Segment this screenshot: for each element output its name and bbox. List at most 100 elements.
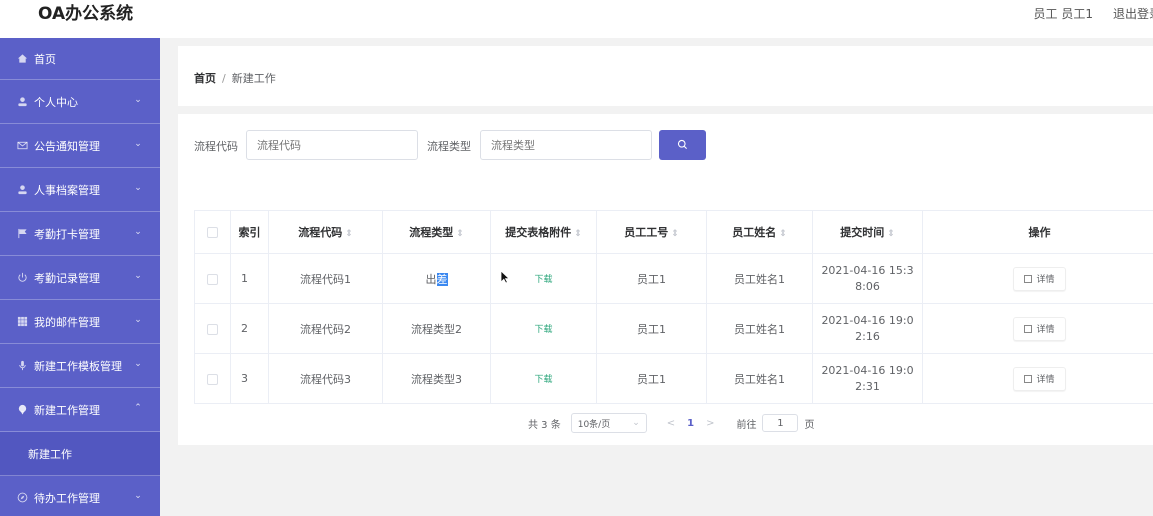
sort-icon[interactable]: ⇕ xyxy=(671,229,679,239)
chevron-down-icon: ⌄ xyxy=(134,271,142,281)
cell-emp-no: 员工1 xyxy=(596,253,707,304)
chevron-down-icon: ⌄ xyxy=(134,95,142,105)
cell-emp-no: 员工1 xyxy=(596,353,707,404)
sidebar-item-clock-in[interactable]: 考勤打卡管理 ⌄ xyxy=(0,212,160,256)
sidebar-item-label: 公告通知管理 xyxy=(34,139,100,153)
sort-icon[interactable]: ⇕ xyxy=(574,229,582,239)
sidebar-item-mail[interactable]: 我的邮件管理 ⌄ xyxy=(0,300,160,344)
download-link[interactable]: 下载 xyxy=(534,325,552,335)
sidebar-item-home[interactable]: 首页 xyxy=(0,38,160,80)
select-all-checkbox[interactable] xyxy=(194,210,231,254)
next-page-button[interactable]: > xyxy=(706,418,714,429)
table-row: 1 流程代码1 出差 下载 员工1 员工姓名1 2021-04-16 15:3 8… xyxy=(194,253,1153,304)
table-header: 索引 流程代码 ⇕ 流程类型 ⇕ 提交表格附件 ⇕ 员工工号 ⇕ 员工姓名 ⇕ 提交时间 ⇕… xyxy=(194,210,1153,254)
sidebar-item-hr[interactable]: 人事档案管理 ⌄ xyxy=(0,168,160,212)
row-checkbox-cell[interactable] xyxy=(194,353,231,404)
sidebar-subitem-new-work[interactable]: 新建工作 xyxy=(0,432,160,476)
cell-time: 2021-04-16 19:0 2:16 xyxy=(812,303,923,354)
sidebar-item-personal-center[interactable]: 个人中心 ⌄ xyxy=(0,80,160,124)
cell-time: 2021-04-16 15:3 8:06 xyxy=(812,253,923,304)
sidebar-item-work-template[interactable]: 新建工作模板管理 ⌄ xyxy=(0,344,160,388)
search-icon xyxy=(677,138,688,153)
breadcrumb: 首页 / 新建工作 xyxy=(194,70,276,86)
download-link[interactable]: 下载 xyxy=(534,375,552,385)
breadcrumb-current: 新建工作 xyxy=(231,72,276,85)
detail-button[interactable]: 详情 xyxy=(1013,316,1066,341)
checkbox[interactable] xyxy=(207,323,218,335)
code-input[interactable] xyxy=(246,130,418,160)
flag-icon xyxy=(16,228,28,240)
page-number-current[interactable]: 1 xyxy=(687,418,694,429)
prev-page-button[interactable]: < xyxy=(667,418,675,429)
selected-text: 差 xyxy=(436,272,448,286)
column-header[interactable]: 流程代码 ⇕ xyxy=(268,210,383,254)
chevron-down-icon: ⌄ xyxy=(134,183,142,193)
page-suffix: 页 xyxy=(804,419,815,431)
column-header[interactable]: 提交时间 ⇕ xyxy=(812,210,923,254)
cell-time: 2021-04-16 19:0 2:31 xyxy=(812,353,923,404)
table-row: 2 流程代码2 流程类型2 下载 员工1 员工姓名1 2021-04-16 19… xyxy=(194,303,1153,354)
chevron-down-icon: ⌄ xyxy=(134,227,142,237)
chevron-down-icon: ⌄ xyxy=(134,491,142,501)
checkbox[interactable] xyxy=(207,373,218,385)
current-user: 员工 员工1 xyxy=(1033,7,1093,21)
cell-action: 详情 xyxy=(922,353,1153,404)
sidebar-item-new-work[interactable]: 新建工作管理 ⌃ xyxy=(0,388,160,432)
download-link[interactable]: 下载 xyxy=(534,275,552,285)
table-row: 3 流程代码3 流程类型3 下载 员工1 员工姓名1 2021-04-16 19… xyxy=(194,353,1153,404)
sidebar-item-notice[interactable]: 公告通知管理 ⌄ xyxy=(0,124,160,168)
app-title: OA办公系统 xyxy=(38,4,134,24)
pagination-total: 共 3 条 xyxy=(528,419,561,431)
column-header[interactable]: 员工工号 ⇕ xyxy=(596,210,707,254)
cell-attachment: 下载 xyxy=(490,353,597,404)
column-header[interactable]: 提交表格附件 ⇕ xyxy=(490,210,597,254)
code-label: 流程代码 xyxy=(194,140,238,153)
sidebar-item-todo[interactable]: 待办工作管理 ⌄ xyxy=(0,476,160,516)
breadcrumb-separator: / xyxy=(222,72,226,85)
column-header: 操作 xyxy=(922,210,1153,254)
row-checkbox-cell[interactable] xyxy=(194,253,231,304)
data-table: 索引 流程代码 ⇕ 流程类型 ⇕ 提交表格附件 ⇕ 员工工号 ⇕ 员工姓名 ⇕ 提交时间 ⇕… xyxy=(194,210,1153,404)
cell-index: 2 xyxy=(230,303,269,354)
sort-icon[interactable]: ⇕ xyxy=(345,229,353,239)
pagination: 共 3 条 10条/页 ⌄ < 1 > 前往 1 页 xyxy=(528,413,814,433)
checkbox[interactable] xyxy=(207,227,218,238)
type-input[interactable] xyxy=(480,130,652,160)
detail-icon xyxy=(1024,324,1033,333)
cell-index: 1 xyxy=(230,253,269,304)
checkbox[interactable] xyxy=(207,273,218,285)
cell-code: 流程代码2 xyxy=(268,303,383,354)
cell-type: 出差 xyxy=(382,253,491,304)
sidebar-item-label: 首页 xyxy=(34,52,56,66)
sidebar: 首页 个人中心 ⌄ 公告通知管理 ⌄ 人事档案管理 ⌄ 考勤打卡管理 ⌄ 考勤记… xyxy=(0,38,160,516)
main-card: 流程代码 流程类型 索引 流程代码⇕ 流程类型⇕ 提交表格附件⇕ 员工工号⇕ 员… xyxy=(178,114,1153,445)
page-size-select[interactable]: 10条/页 ⌄ xyxy=(570,413,647,433)
home-icon xyxy=(16,53,28,65)
cell-action: 详情 xyxy=(922,253,1153,304)
user-area: 员工 员工1 退出登录 xyxy=(1034,5,1153,22)
column-header[interactable]: 员工姓名 ⇕ xyxy=(706,210,813,254)
row-checkbox-cell[interactable] xyxy=(194,303,231,354)
power-icon xyxy=(16,272,28,284)
breadcrumb-home[interactable]: 首页 xyxy=(194,72,216,85)
sidebar-item-attendance[interactable]: 考勤记录管理 ⌄ xyxy=(0,256,160,300)
column-header[interactable]: 流程类型 ⇕ xyxy=(382,210,491,254)
goto-page-input[interactable]: 1 xyxy=(762,414,799,432)
search-button[interactable] xyxy=(659,130,706,160)
detail-button[interactable]: 详情 xyxy=(1013,266,1066,291)
top-bar: OA办公系统 员工 员工1 退出登录 xyxy=(0,0,1153,38)
cell-emp-no: 员工1 xyxy=(596,303,707,354)
cell-index: 3 xyxy=(230,353,269,404)
sort-icon[interactable]: ⇕ xyxy=(456,229,464,239)
cell-action: 详情 xyxy=(922,303,1153,354)
cell-emp-name: 员工姓名1 xyxy=(706,253,813,304)
sort-icon[interactable]: ⇕ xyxy=(779,229,787,239)
mic-icon xyxy=(16,360,28,372)
sort-icon[interactable]: ⇕ xyxy=(887,229,895,239)
grid-icon xyxy=(16,316,28,328)
sidebar-item-label: 人事档案管理 xyxy=(34,183,100,197)
logout-link[interactable]: 退出登录 xyxy=(1113,7,1153,21)
detail-button[interactable]: 详情 xyxy=(1013,366,1066,391)
sidebar-subitem-label: 新建工作 xyxy=(28,447,72,461)
column-header: 索引 xyxy=(230,210,269,254)
